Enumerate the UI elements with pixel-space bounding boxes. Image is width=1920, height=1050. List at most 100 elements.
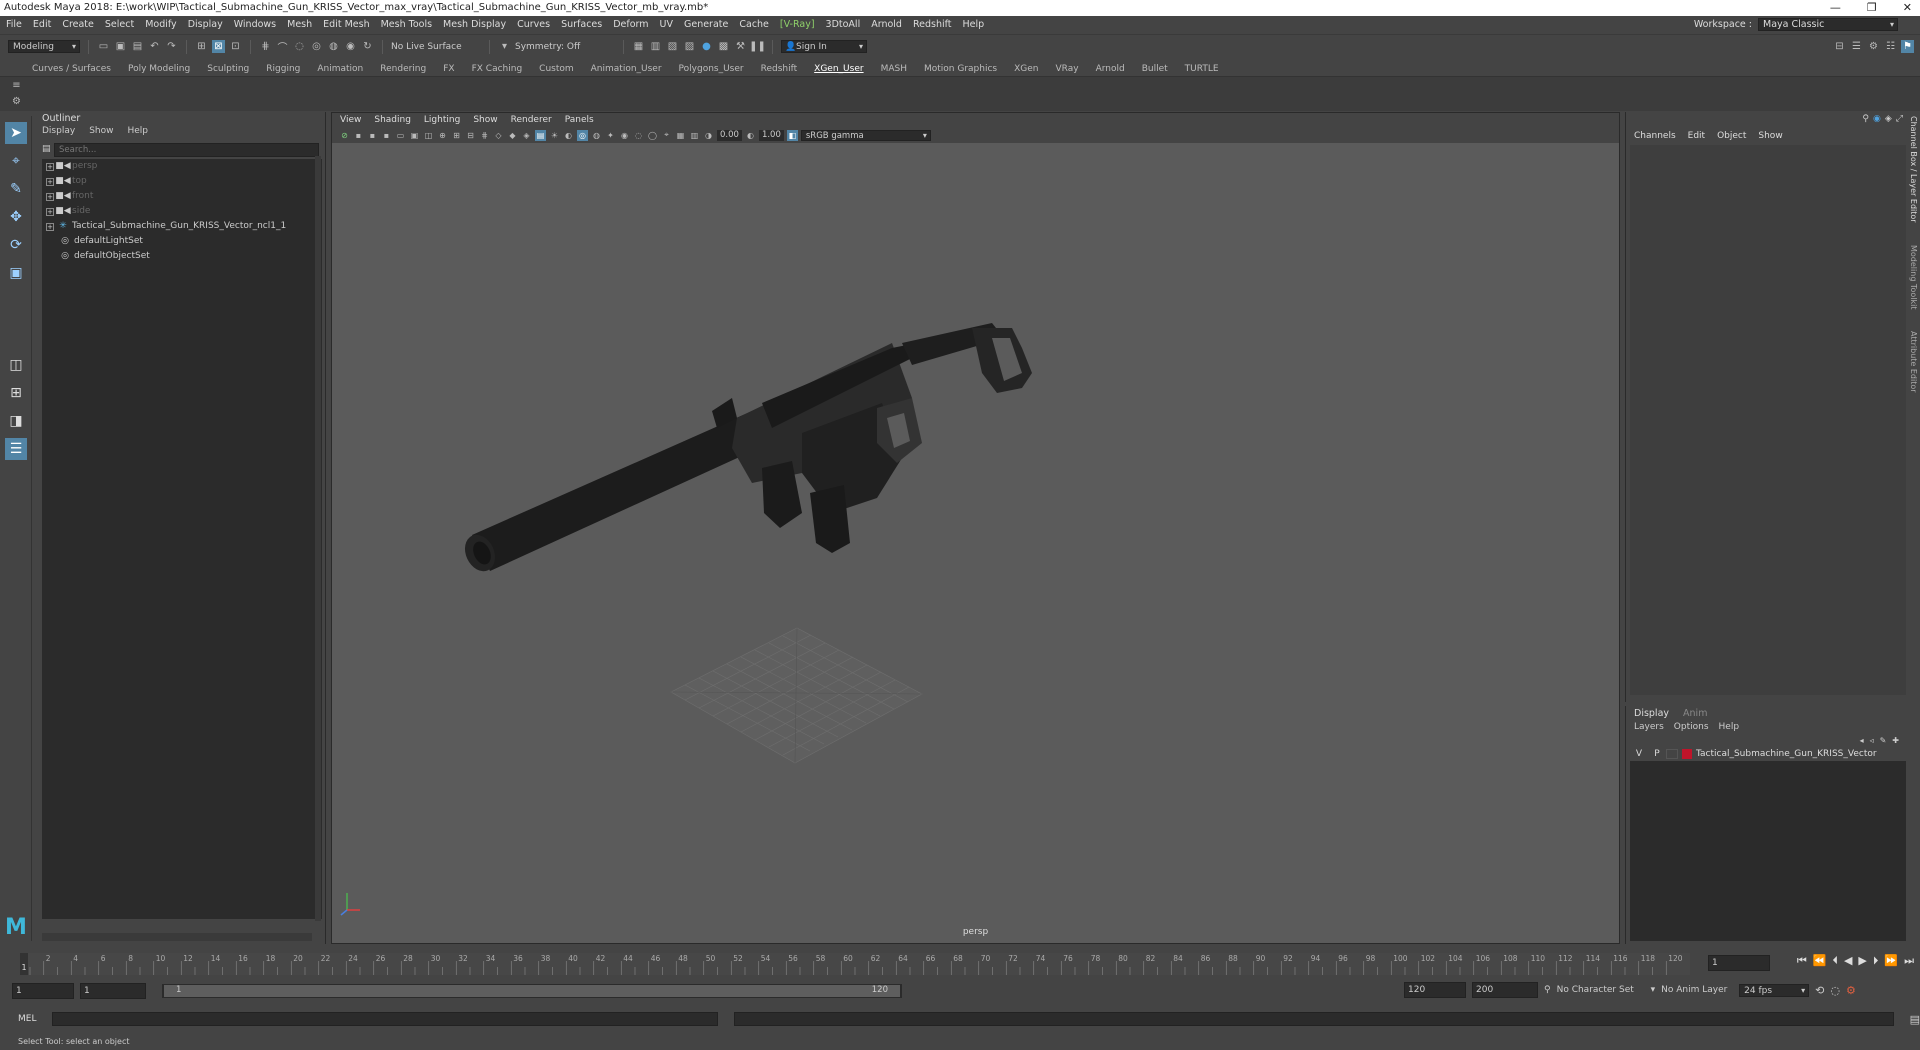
scale-tool-icon[interactable]: ▣ xyxy=(5,262,27,284)
menu-mesh-tools[interactable]: Mesh Tools xyxy=(381,19,432,30)
shelf-menu-icon[interactable]: ≡ xyxy=(10,79,23,92)
mode-dropdown[interactable]: Modeling xyxy=(8,40,80,53)
list-item[interactable]: + ✳ Tactical_Submachine_Gun_KRISS_Vector… xyxy=(46,219,286,234)
current-frame-field[interactable]: 1 xyxy=(1708,955,1770,971)
select-camera-icon[interactable]: ⊘ xyxy=(339,130,350,141)
snap-point-icon[interactable]: ◌ xyxy=(293,40,306,53)
channel-menu-edit[interactable]: Edit xyxy=(1688,131,1705,141)
fps-dropdown[interactable]: 24 fps xyxy=(1739,983,1810,997)
time-slider[interactable]: 2 4 6 8 10 12 14 16 18 20 22 24 26 28 30 32 34 36 38 40 42 44… xyxy=(0,950,1920,976)
viewport-persp[interactable]: View Shading Lighting Show Renderer Pane… xyxy=(331,112,1620,944)
select-hierarchy-icon[interactable]: ⊞ xyxy=(195,40,208,53)
step-forward-key-icon[interactable]: ⏩ xyxy=(1884,954,1898,968)
move-layer-up-icon[interactable]: ◂ xyxy=(1860,736,1864,745)
shelf-tab[interactable]: FX xyxy=(443,64,454,74)
expand-icon[interactable]: + xyxy=(46,162,54,171)
viewport-menu-show[interactable]: Show xyxy=(473,113,497,127)
shelf-tab[interactable]: FX Caching xyxy=(472,64,523,74)
list-item[interactable]: ◎ defaultObjectSet xyxy=(60,249,150,264)
restore-icon[interactable]: ❐ xyxy=(1867,0,1877,16)
xray-icon[interactable]: ◍ xyxy=(591,130,602,141)
shelf-tab[interactable]: Motion Graphics xyxy=(924,64,997,74)
viewport-menu-shading[interactable]: Shading xyxy=(374,113,411,127)
menu-file[interactable]: File xyxy=(6,19,22,30)
move-tool-icon[interactable]: ✥ xyxy=(5,206,27,228)
tab-display[interactable]: Display xyxy=(1634,708,1669,719)
tab-anim[interactable]: Anim xyxy=(1683,708,1707,719)
select-component-icon[interactable]: ⊡ xyxy=(229,40,242,53)
anim-layer-label[interactable]: No Anim Layer xyxy=(1661,985,1733,995)
field-chart-icon[interactable]: ⊕ xyxy=(437,130,448,141)
list-item[interactable]: + ■◀ top xyxy=(46,174,87,189)
layer-menu-layers[interactable]: Layers xyxy=(1634,722,1664,732)
camera-attr-icon[interactable]: ▪ xyxy=(353,130,364,141)
attribute-editor-icon[interactable]: ☰ xyxy=(1850,40,1863,53)
menu-surfaces[interactable]: Surfaces xyxy=(561,19,602,30)
rotate-tool-icon[interactable]: ⟳ xyxy=(5,234,27,256)
play-backward-icon[interactable]: ◀ xyxy=(1844,954,1852,968)
playback-start-field[interactable]: 1 xyxy=(80,983,146,999)
ipr-render-icon[interactable]: ▧ xyxy=(666,40,679,53)
new-layer-selected-icon[interactable]: ✚ xyxy=(1892,736,1899,745)
search-options-icon[interactable]: ▤ xyxy=(42,144,51,154)
expand-icon[interactable]: + xyxy=(46,222,54,231)
side-tab-channel-box[interactable]: Channel Box / Layer Editor xyxy=(1909,116,1918,223)
shelf-tab[interactable]: Sculpting xyxy=(207,64,249,74)
bookmark-icon[interactable]: ▪ xyxy=(367,130,378,141)
list-item[interactable]: + ■◀ front xyxy=(46,189,93,204)
character-set-icon[interactable]: ⚲ xyxy=(1544,985,1551,995)
outliner-menu-display[interactable]: Display xyxy=(42,126,75,140)
range-slider[interactable]: 1 120 xyxy=(162,984,902,998)
paint-select-icon[interactable]: ✎ xyxy=(5,178,27,200)
move-layer-down-icon[interactable]: ◃ xyxy=(1870,736,1874,745)
ssao-icon[interactable]: ◉ xyxy=(619,130,630,141)
cmd-language-label[interactable]: MEL xyxy=(18,1014,36,1024)
symmetry-label[interactable]: Symmetry: Off xyxy=(515,42,615,52)
current-frame-marker[interactable]: 1 xyxy=(20,953,28,975)
step-back-frame-icon[interactable]: ⏴ xyxy=(1832,954,1838,968)
outliner-persp-icon[interactable]: ☰ xyxy=(5,438,27,460)
image-plane-icon[interactable]: ▪ xyxy=(381,130,392,141)
symmetry-dropdown-icon[interactable]: ▾ xyxy=(498,40,511,53)
tool-settings-icon[interactable]: ⚙ xyxy=(1867,40,1880,53)
layout-toggle-icon[interactable]: ⚑ xyxy=(1901,40,1914,53)
step-back-key-icon[interactable]: ⏪ xyxy=(1813,954,1827,968)
menu-cache[interactable]: Cache xyxy=(739,19,769,30)
grid-icon[interactable]: ⋕ xyxy=(479,130,490,141)
outliner-search-input[interactable]: Search... xyxy=(54,143,319,157)
save-scene-icon[interactable]: ▤ xyxy=(131,40,144,53)
list-item[interactable]: ◎ defaultLightSet xyxy=(60,234,143,249)
select-object-icon[interactable]: ⊠ xyxy=(212,40,225,53)
shelf-tab[interactable]: VRay xyxy=(1056,64,1079,74)
shelf-tab[interactable]: Polygons_User xyxy=(679,64,744,74)
new-layer-icon[interactable]: ✎ xyxy=(1880,736,1887,745)
lasso-tool-icon[interactable]: ⌖ xyxy=(5,150,27,172)
shelf-tab[interactable]: XGen xyxy=(1014,64,1038,74)
shadows-icon[interactable]: ◐ xyxy=(563,130,574,141)
viewport-menu-panels[interactable]: Panels xyxy=(565,113,594,127)
motion-blur-icon[interactable]: ◌ xyxy=(633,130,644,141)
redo-icon[interactable]: ↷ xyxy=(165,40,178,53)
menu-redshift[interactable]: Redshift xyxy=(913,19,952,30)
expand-icon[interactable]: + xyxy=(46,192,54,201)
channel-menu-show[interactable]: Show xyxy=(1758,131,1782,141)
anti-alias-icon[interactable]: ◯ xyxy=(647,130,658,141)
viewport-menu-lighting[interactable]: Lighting xyxy=(424,113,460,127)
shelf-tab[interactable]: Rigging xyxy=(266,64,300,74)
gamma-icon[interactable]: ◐ xyxy=(745,130,756,141)
gate-mask-icon[interactable]: ◫ xyxy=(423,130,434,141)
step-forward-frame-icon[interactable]: ⏵ xyxy=(1873,954,1879,968)
dof-icon[interactable]: ⌖ xyxy=(661,130,672,141)
render-frame-icon[interactable]: ▦ xyxy=(632,40,645,53)
shelf-tab[interactable]: Animation_User xyxy=(591,64,662,74)
shelf-tab[interactable]: MASH xyxy=(881,64,907,74)
shelf-tab[interactable]: Animation xyxy=(317,64,363,74)
list-item[interactable]: + ■◀ persp xyxy=(46,159,97,174)
undo-icon[interactable]: ↶ xyxy=(148,40,161,53)
workspace-dropdown[interactable]: Maya Classic xyxy=(1758,18,1898,31)
menu-vray[interactable]: [V-Ray] xyxy=(780,19,815,30)
exposure-field[interactable]: 0.00 xyxy=(717,129,742,141)
view-transform-dropdown[interactable]: sRGB gamma xyxy=(800,129,931,141)
snap-live-icon[interactable]: ◉ xyxy=(344,40,357,53)
layer-color-swatch[interactable] xyxy=(1682,748,1692,759)
